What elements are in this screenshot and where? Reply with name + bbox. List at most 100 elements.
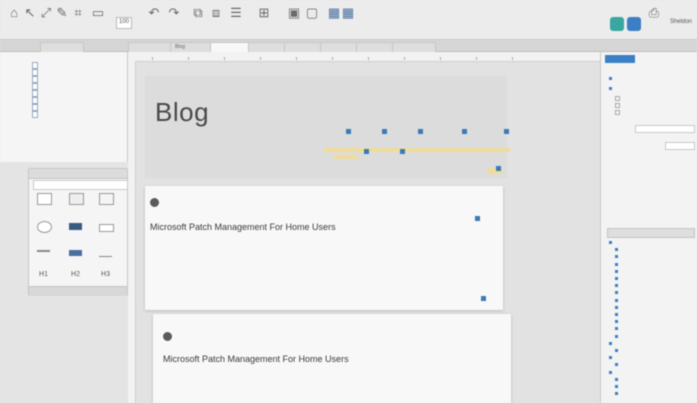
post-card[interactable]: Microsoft Patch Management For Home User… xyxy=(145,186,503,310)
outline-item[interactable] xyxy=(615,312,620,317)
inspector-tab[interactable] xyxy=(605,55,635,63)
grid-icon[interactable]: ▦ xyxy=(340,6,356,22)
bullet-icon xyxy=(609,356,612,360)
inspector-input[interactable] xyxy=(665,142,695,150)
post-title[interactable]: Microsoft Patch Management For Home User… xyxy=(150,222,336,232)
page-icon xyxy=(32,111,38,118)
inspector-tab[interactable] xyxy=(637,55,665,63)
pin-icon xyxy=(481,296,486,301)
home-icon[interactable]: ⌂ xyxy=(6,6,22,22)
inspector-input[interactable] xyxy=(635,125,695,133)
page-item[interactable] xyxy=(32,76,40,83)
page-item[interactable] xyxy=(32,62,40,69)
bullet-icon xyxy=(615,363,618,367)
outline-item[interactable] xyxy=(609,341,614,346)
outline-item[interactable] xyxy=(615,276,620,281)
redo-icon[interactable]: ↷ xyxy=(166,6,182,22)
vertical-ruler xyxy=(128,61,136,403)
library-footer[interactable] xyxy=(29,286,127,296)
page-item[interactable] xyxy=(32,90,40,97)
outline-item[interactable] xyxy=(615,247,620,252)
outline-item[interactable] xyxy=(615,384,620,389)
ellipse-icon xyxy=(37,221,52,233)
library-select[interactable] xyxy=(33,180,128,190)
outline-item[interactable] xyxy=(615,362,620,367)
inspector-row[interactable] xyxy=(609,76,614,81)
widget-label[interactable] xyxy=(95,245,117,267)
publish-icon[interactable]: ⎙ xyxy=(646,6,662,22)
widget-image[interactable] xyxy=(65,191,87,213)
ruler-tick xyxy=(260,57,261,60)
checkbox-icon xyxy=(615,96,620,101)
page-item[interactable] xyxy=(32,97,40,104)
undo-icon[interactable]: ↶ xyxy=(146,6,162,22)
preview-icon[interactable] xyxy=(610,17,624,31)
inspector-row[interactable] xyxy=(615,110,622,115)
checkbox-icon xyxy=(615,110,620,115)
outline-item[interactable] xyxy=(615,326,620,331)
page-item[interactable] xyxy=(32,69,40,76)
zoom-field[interactable]: 100 xyxy=(116,17,132,29)
bullet-icon xyxy=(615,298,618,302)
ruler-tick xyxy=(152,57,153,60)
widget-heading[interactable] xyxy=(33,245,55,267)
outline-item[interactable] xyxy=(615,319,620,324)
outline-item[interactable] xyxy=(615,254,620,259)
pen-tool-icon[interactable]: ✎ xyxy=(54,6,70,22)
bullet-icon xyxy=(615,385,618,388)
post-title[interactable]: Microsoft Patch Management For Home User… xyxy=(163,354,349,364)
widget-ellipse[interactable] xyxy=(33,219,55,241)
widget-text-field[interactable] xyxy=(95,219,117,241)
outline-item[interactable] xyxy=(615,348,620,353)
connector-tool-icon[interactable]: ⤢ xyxy=(38,6,54,22)
share-icon[interactable] xyxy=(627,17,641,31)
outline-item[interactable] xyxy=(615,298,620,303)
tab-item[interactable] xyxy=(392,42,436,52)
outline-item[interactable] xyxy=(615,269,620,274)
select-tool-icon[interactable]: ↖ xyxy=(22,6,38,22)
bring-front-icon[interactable]: ▣ xyxy=(286,6,302,22)
inspector-row[interactable] xyxy=(615,96,622,101)
widget-box[interactable] xyxy=(33,191,55,213)
ungroup-icon[interactable]: ⧈ xyxy=(208,6,224,22)
send-back-icon[interactable]: ▢ xyxy=(304,6,320,22)
tab-item[interactable] xyxy=(40,42,84,52)
page-icon xyxy=(32,90,38,97)
format-painter-icon[interactable]: ▭ xyxy=(90,6,106,22)
widget-placeholder[interactable] xyxy=(95,191,117,213)
widget-dropdown[interactable] xyxy=(65,245,87,267)
bullet-icon xyxy=(609,341,612,345)
inspector-tab[interactable] xyxy=(667,55,695,63)
distribute-icon[interactable]: ⊞ xyxy=(256,6,272,22)
group-icon[interactable]: ⧉ xyxy=(190,6,206,22)
username-label[interactable]: Sheldon xyxy=(670,19,692,25)
pages-panel xyxy=(0,52,128,162)
document-tab-strip: Blog xyxy=(0,40,697,52)
widget-button[interactable] xyxy=(65,219,87,241)
outline-item[interactable] xyxy=(615,305,620,310)
pin-icon xyxy=(418,129,423,134)
page-item[interactable] xyxy=(32,104,40,111)
outline-item[interactable] xyxy=(615,334,620,339)
blog-title[interactable]: Blog xyxy=(155,97,209,128)
page-item[interactable] xyxy=(32,111,40,118)
align-icon[interactable]: ☰ xyxy=(228,6,244,22)
pin-icon xyxy=(400,149,405,154)
page-icon xyxy=(32,83,38,90)
outline-item[interactable] xyxy=(615,262,620,267)
bullet-icon xyxy=(609,241,612,244)
outline-item[interactable] xyxy=(609,370,614,375)
outline-item[interactable] xyxy=(615,290,620,295)
outline-item[interactable] xyxy=(609,240,614,245)
outline-item[interactable] xyxy=(615,391,620,396)
crop-tool-icon[interactable]: ⌗ xyxy=(70,6,86,22)
design-canvas[interactable]: Blog Microsoft Patch Management For Home… xyxy=(128,52,600,403)
highlight-bar xyxy=(334,155,358,159)
outline-item[interactable] xyxy=(615,377,620,382)
page-item[interactable] xyxy=(32,83,40,90)
inspector-row[interactable] xyxy=(615,103,622,108)
outline-item[interactable] xyxy=(609,355,614,360)
inspector-row[interactable] xyxy=(609,86,614,91)
post-card[interactable]: Microsoft Patch Management For Home User… xyxy=(153,314,511,403)
outline-item[interactable] xyxy=(615,283,620,288)
